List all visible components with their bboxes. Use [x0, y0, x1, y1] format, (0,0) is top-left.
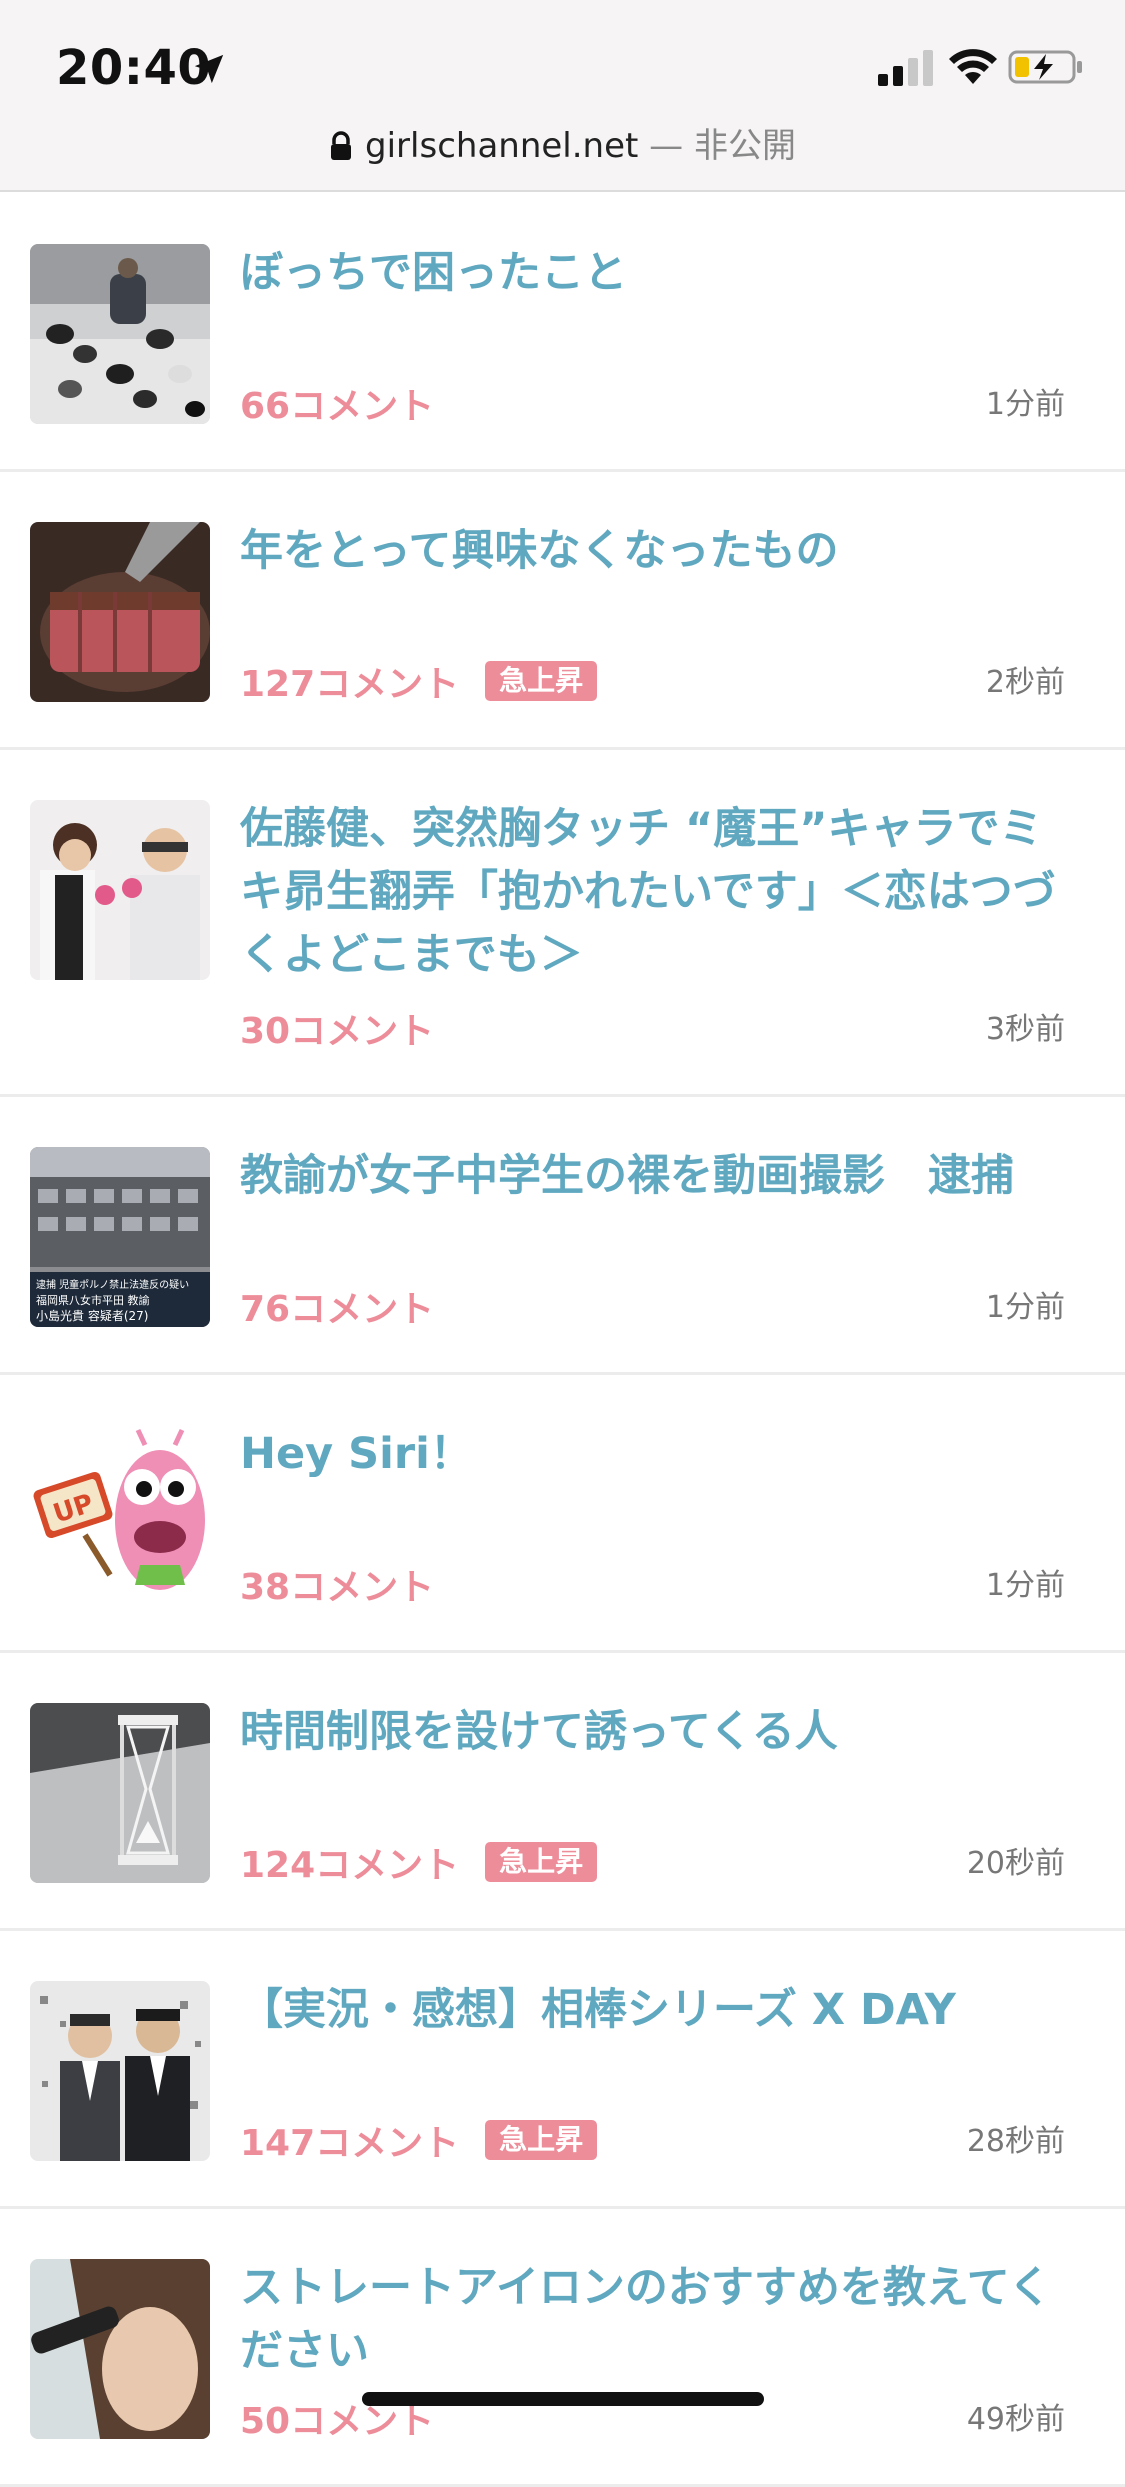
topic-meta: 127コメント 急上昇 [240, 659, 598, 705]
topic-time: 1分前 [985, 1290, 1065, 1325]
school-caption-line2: 福岡県八女市平田 教諭 [36, 1293, 150, 1307]
topic-item[interactable]: 逮捕 児童ポルノ禁止法違反の疑い 福岡県八女市平田 教諭 小島光貴 容疑者(27… [0, 1097, 1125, 1375]
comment-count: 66コメント [240, 386, 435, 427]
home-indicator[interactable] [362, 2392, 764, 2406]
topic-title[interactable]: 時間制限を設けて誘ってくる人 [240, 1701, 1080, 1764]
topic-thumbnail-up-mascot: UP [30, 1425, 210, 1605]
topic-time: 1分前 [985, 1568, 1065, 1603]
trending-badge: 急上昇 [485, 661, 598, 701]
battery-charging-icon [1008, 50, 1082, 84]
topic-title[interactable]: 【実況・感想】相棒シリーズ X DAY [240, 1979, 1080, 2042]
topic-title[interactable]: Hey Siri！ [240, 1423, 1080, 1486]
status-bar: 20:40 girlschannel.net — 非公開 [0, 0, 1125, 192]
comment-count: 127コメント [240, 664, 460, 705]
topic-list: ぼっちで困ったこと 66コメント 1分前 年をとって興味なくなったもの 127コ… [0, 194, 1125, 2487]
topic-thumbnail-school-news: 逮捕 児童ポルノ禁止法違反の疑い 福岡県八女市平田 教諭 小島光貴 容疑者(27… [30, 1147, 210, 1327]
cellular-signal-icon [878, 50, 933, 86]
topic-time: 49秒前 [966, 2402, 1065, 2437]
topic-item[interactable]: 佐藤健、突然胸タッチ “魔王”キャラでミキ昴生翻弄「抱かれたいです」＜恋はつづく… [0, 750, 1125, 1097]
school-caption-line3: 小島光貴 容疑者(27) [36, 1308, 148, 1323]
school-caption-line1: 逮捕 児童ポルノ禁止法違反の疑い [36, 1278, 189, 1291]
comment-count: 124コメント [240, 1845, 460, 1886]
trending-badge: 急上昇 [485, 2120, 598, 2160]
topic-time: 28秒前 [966, 2124, 1065, 2159]
comment-count: 147コメント [240, 2123, 460, 2164]
topic-meta: 30コメント [240, 1006, 434, 1052]
topic-meta: 147コメント 急上昇 [240, 2118, 598, 2164]
topic-meta: 76コメント [240, 1284, 434, 1330]
trending-badge: 急上昇 [485, 1842, 598, 1882]
location-arrow-icon [194, 54, 224, 84]
topic-title[interactable]: ストレートアイロンのおすすめを教えてください [240, 2257, 1080, 2383]
topic-time: 2秒前 [985, 665, 1065, 700]
topic-thumbnail-hourglass [30, 1703, 210, 1883]
topic-item[interactable]: UP Hey Siri！ 38コメント 1分前 [0, 1375, 1125, 1653]
topic-thumbnail-tv-show [30, 800, 210, 980]
topic-item[interactable]: 時間制限を設けて誘ってくる人 124コメント 急上昇 20秒前 [0, 1653, 1125, 1931]
topic-title[interactable]: 年をとって興味なくなったもの [240, 520, 1080, 583]
topic-title[interactable]: 佐藤健、突然胸タッチ “魔王”キャラでミキ昴生翻弄「抱かれたいです」＜恋はつづく… [240, 798, 1080, 987]
topic-title[interactable]: ぼっちで困ったこと [240, 242, 1080, 305]
topic-thumbnail-drama [30, 1981, 210, 2161]
lock-icon [331, 131, 352, 160]
url-domain: girlschannel.net [365, 126, 639, 166]
url-separator: — [638, 126, 694, 166]
topic-thumbnail-cats [30, 244, 210, 424]
wifi-icon [949, 49, 997, 84]
topic-title[interactable]: 教諭が女子中学生の裸を動画撮影 逮捕 [240, 1145, 1080, 1208]
topic-item[interactable]: 【実況・感想】相棒シリーズ X DAY 147コメント 急上昇 28秒前 [0, 1931, 1125, 2209]
comment-count: 30コメント [240, 1011, 435, 1052]
status-time: 20:40 [56, 40, 212, 96]
topic-time: 3秒前 [985, 1012, 1065, 1047]
topic-thumbnail-steak [30, 522, 210, 702]
topic-item[interactable]: ストレートアイロンのおすすめを教えてください 50コメント 49秒前 [0, 2209, 1125, 2487]
address-bar[interactable]: girlschannel.net — 非公開 [0, 118, 1125, 167]
topic-item[interactable]: 年をとって興味なくなったもの 127コメント 急上昇 2秒前 [0, 472, 1125, 750]
topic-meta: 66コメント [240, 381, 434, 427]
topic-meta: 38コメント [240, 1562, 434, 1608]
comment-count: 38コメント [240, 1567, 435, 1608]
topic-time: 1分前 [985, 387, 1065, 422]
topic-thumbnail-hair-iron [30, 2259, 210, 2439]
topic-meta: 124コメント 急上昇 [240, 1840, 598, 1886]
url-status: 非公開 [693, 126, 796, 166]
comment-count: 76コメント [240, 1289, 435, 1330]
topic-item[interactable]: ぼっちで困ったこと 66コメント 1分前 [0, 194, 1125, 472]
topic-time: 20秒前 [966, 1846, 1065, 1881]
